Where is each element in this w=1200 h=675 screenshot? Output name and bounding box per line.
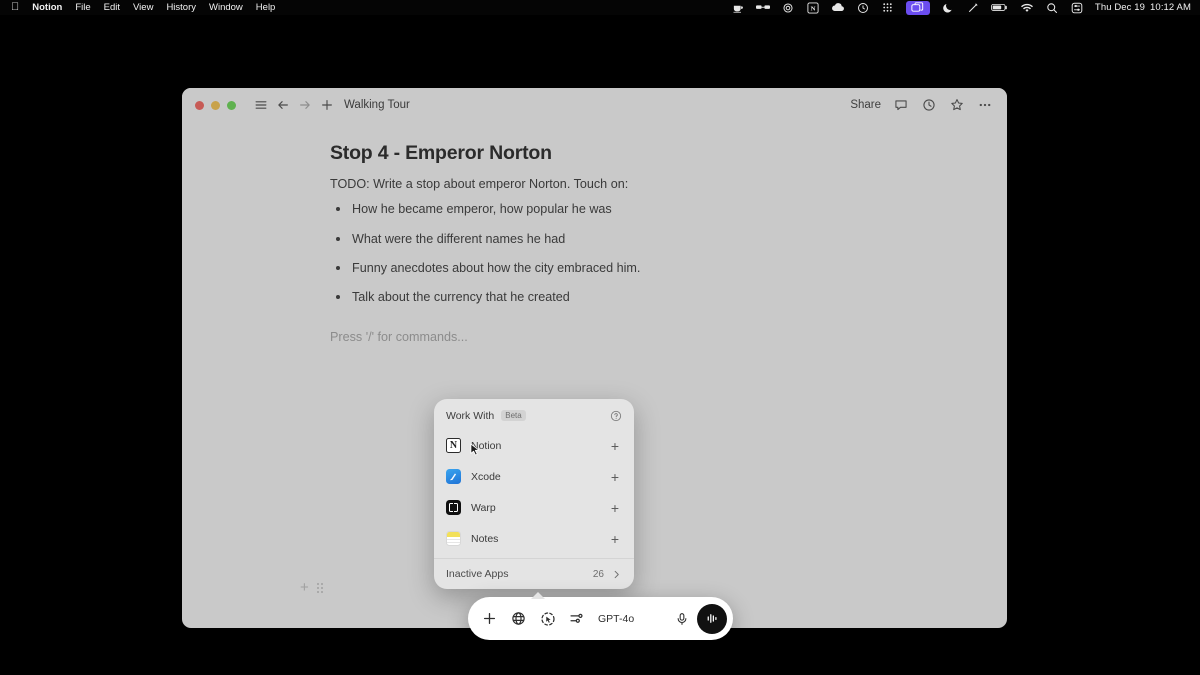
sidebar-icon[interactable] — [250, 94, 272, 116]
work-with-cursor-icon[interactable] — [538, 609, 557, 628]
cloud-icon[interactable] — [831, 1, 845, 15]
popup-header: Work With Beta — [434, 399, 634, 430]
coffee-icon[interactable] — [731, 1, 745, 15]
app-row-notion[interactable]: N Notion + — [434, 430, 634, 461]
inactive-apps-row[interactable]: Inactive Apps 26 — [434, 559, 634, 589]
grid-apps-icon[interactable] — [881, 1, 895, 15]
block-controls: + — [300, 580, 323, 595]
glasses-icon[interactable] — [755, 1, 770, 15]
more-options-icon[interactable] — [976, 97, 993, 114]
screen-share-icon[interactable] — [905, 0, 930, 15]
list-item[interactable]: What were the different names he had — [330, 230, 1007, 248]
app-name: Notion — [471, 439, 502, 452]
history-clock-icon[interactable] — [920, 97, 937, 114]
xcode-app-icon — [446, 469, 461, 484]
empty-block-placeholder[interactable]: Press '/' for commands... — [330, 330, 1007, 344]
notes-app-icon — [446, 531, 461, 546]
beta-badge: Beta — [501, 410, 526, 421]
wifi-icon[interactable] — [1020, 1, 1034, 15]
app-name: Notes — [471, 532, 499, 545]
inactive-apps-label: Inactive Apps — [446, 568, 509, 580]
inactive-apps-count: 26 — [592, 568, 604, 580]
moon-icon[interactable] — [941, 1, 955, 15]
microphone-icon[interactable] — [673, 610, 691, 628]
notion-app-icon: N — [446, 438, 461, 453]
list-item[interactable]: Talk about the currency that he created — [330, 288, 1007, 306]
plus-icon[interactable]: + — [608, 470, 622, 484]
chatgpt-floating-bar[interactable]: GPT-4o — [468, 592, 733, 640]
macos-menu-bar:  Notion File Edit View History Window H… — [0, 0, 1200, 15]
intro-paragraph[interactable]: TODO: Write a stop about emperor Norton.… — [330, 175, 1007, 193]
forward-arrow-icon[interactable] — [294, 94, 316, 116]
battery-icon[interactable] — [991, 1, 1009, 15]
new-page-icon[interactable] — [316, 94, 338, 116]
gear-icon[interactable] — [781, 1, 795, 15]
share-button[interactable]: Share — [850, 99, 881, 111]
list-item[interactable]: Funny anecdotes about how the city embra… — [330, 259, 1007, 277]
window-title-bar: Walking Tour Share — [182, 88, 1007, 122]
search-icon[interactable] — [1045, 1, 1059, 15]
plus-icon[interactable]: + — [608, 532, 622, 546]
menu-item-edit[interactable]: Edit — [104, 2, 120, 13]
drag-handle-icon[interactable] — [316, 582, 323, 593]
model-selector-label[interactable]: GPT-4o — [598, 613, 634, 625]
menu-bar-status-items: N Thu Dec 19 10:12 AM — [731, 0, 1200, 15]
clock-date: Thu Dec 19 — [1094, 2, 1146, 13]
page-title[interactable]: Stop 4 - Emperor Norton — [330, 142, 1007, 165]
menu-bar-app-menus:  Notion File Edit View History Window H… — [0, 1, 276, 13]
bullet-list: How he became emperor, how popular he wa… — [330, 200, 1007, 306]
window-traffic-lights — [195, 100, 236, 110]
menu-item-history[interactable]: History — [166, 2, 196, 13]
list-item[interactable]: How he became emperor, how popular he wa… — [330, 200, 1007, 218]
menu-item-file[interactable]: File — [75, 2, 90, 13]
close-window-button[interactable] — [195, 100, 204, 110]
app-row-notes[interactable]: Notes + — [434, 523, 634, 554]
page-title-breadcrumb[interactable]: Walking Tour — [344, 99, 410, 111]
title-bar-actions: Share — [850, 97, 993, 114]
app-name: Xcode — [471, 470, 501, 483]
clock-time: 10:12 AM — [1150, 2, 1191, 13]
control-center-icon[interactable] — [1070, 1, 1084, 15]
back-arrow-icon[interactable] — [272, 94, 294, 116]
plus-icon[interactable]: + — [608, 439, 622, 453]
voice-wave-icon[interactable] — [697, 603, 727, 634]
warp-app-icon — [446, 500, 461, 515]
app-name: Warp — [471, 501, 496, 514]
menu-item-window[interactable]: Window — [209, 2, 243, 13]
chevron-right-icon[interactable] — [611, 569, 622, 580]
info-circle-icon[interactable] — [609, 409, 622, 422]
notion-menu-icon[interactable]: N — [806, 1, 820, 15]
apple-icon[interactable]:  — [11, 1, 19, 13]
app-row-xcode[interactable]: Xcode + — [434, 461, 634, 492]
menu-item-help[interactable]: Help — [256, 2, 276, 13]
menu-bar-clock[interactable]: Thu Dec 19 10:12 AM — [1095, 2, 1191, 13]
popup-title: Work With — [446, 409, 495, 422]
globe-icon[interactable] — [509, 609, 528, 628]
app-row-warp[interactable]: Warp + — [434, 492, 634, 523]
clock-sync-icon[interactable] — [856, 1, 870, 15]
maximize-window-button[interactable] — [227, 100, 236, 110]
star-icon[interactable] — [948, 97, 965, 114]
plus-icon[interactable] — [480, 609, 499, 628]
work-with-popup[interactable]: Work With Beta N Notion + Xcode + Warp + — [434, 399, 634, 589]
pen-icon[interactable] — [966, 1, 980, 15]
svg-text:N: N — [810, 5, 815, 12]
menu-item-notion[interactable]: Notion — [32, 2, 62, 13]
plus-icon[interactable]: + — [300, 580, 309, 595]
minimize-window-button[interactable] — [211, 100, 220, 110]
comment-icon[interactable] — [892, 97, 909, 114]
plus-icon[interactable]: + — [608, 501, 622, 515]
menu-item-view[interactable]: View — [133, 2, 153, 13]
title-bar-navigation: Walking Tour — [250, 94, 410, 116]
model-sliders-icon[interactable] — [567, 609, 586, 628]
